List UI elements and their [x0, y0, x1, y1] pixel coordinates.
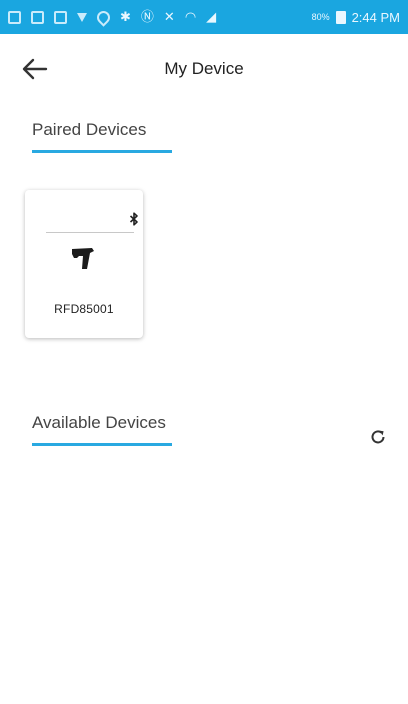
paired-devices-underline: [32, 150, 172, 153]
file-icon: [54, 10, 67, 24]
card-divider: [46, 232, 134, 233]
back-arrow-icon: [22, 58, 48, 80]
location-icon: [94, 7, 113, 27]
app-header: My Device: [0, 34, 408, 104]
status-time: 2:44 PM: [351, 9, 400, 25]
device-name: RFD85001: [54, 302, 114, 316]
page-title: My Device: [164, 59, 244, 78]
mute-icon: ✕: [163, 9, 175, 24]
available-devices-heading: Available Devices: [32, 413, 166, 432]
battery-percent: 80%: [311, 12, 330, 22]
notification-icon: [8, 10, 21, 24]
paired-devices-heading: Paired Devices: [32, 120, 147, 139]
scanner-icon: [72, 248, 94, 269]
wifi-icon: ◠: [184, 9, 197, 24]
available-devices-underline: [32, 443, 172, 446]
download-icon: [77, 12, 87, 22]
bluetooth-icon: ✱: [120, 9, 131, 24]
refresh-icon: [371, 430, 385, 444]
back-button[interactable]: [18, 52, 52, 86]
refresh-button[interactable]: [368, 427, 388, 447]
status-icons: ✱ Ⓝ ✕ ◠ ◢: [8, 7, 217, 27]
status-bar: ✱ Ⓝ ✕ ◠ ◢ 80% 2:44 PM: [0, 0, 408, 34]
image-icon: [31, 10, 44, 24]
battery-icon: [335, 10, 346, 24]
card-header: [25, 190, 143, 234]
nfc-icon: Ⓝ: [140, 9, 154, 24]
bluetooth-icon: [129, 212, 138, 226]
device-card[interactable]: RFD85001: [25, 190, 143, 338]
signal-icon: ◢: [206, 9, 217, 24]
